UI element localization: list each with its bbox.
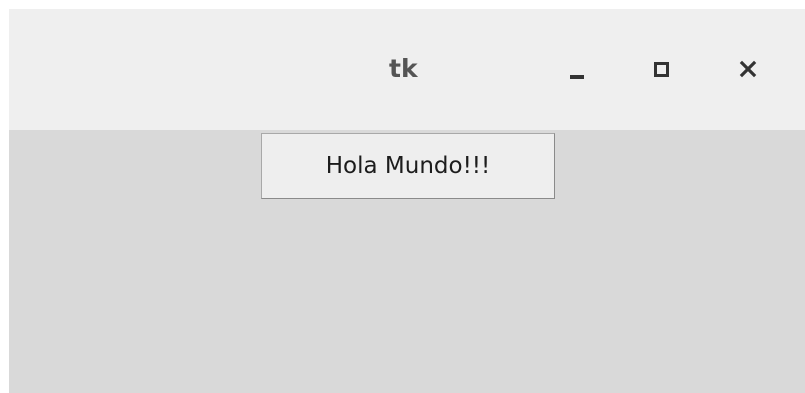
maximize-button[interactable] bbox=[644, 52, 678, 86]
close-button[interactable] bbox=[731, 52, 765, 86]
hola-mundo-button-label: Hola Mundo!!! bbox=[325, 153, 491, 179]
app-window: tk Hola Mundo!!! bbox=[9, 9, 805, 393]
close-icon bbox=[739, 60, 757, 78]
hola-mundo-button[interactable]: Hola Mundo!!! bbox=[261, 133, 555, 199]
minimize-button[interactable] bbox=[560, 52, 594, 86]
window-title: tk bbox=[389, 54, 418, 83]
title-bar[interactable]: tk bbox=[9, 9, 805, 130]
client-area: Hola Mundo!!! bbox=[9, 130, 805, 393]
maximize-icon bbox=[653, 61, 669, 77]
minimize-icon bbox=[570, 75, 584, 79]
